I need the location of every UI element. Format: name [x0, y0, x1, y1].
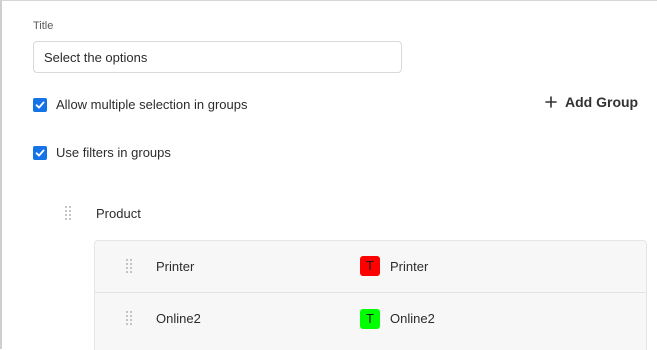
tag-badge: T	[360, 309, 380, 329]
add-group-button[interactable]: Add Group	[545, 94, 638, 110]
title-label: Title	[33, 20, 54, 32]
use-filters-option[interactable]: Use filters in groups	[33, 145, 171, 160]
allow-multiple-option[interactable]: Allow multiple selection in groups	[33, 97, 247, 112]
tag-label: Printer	[390, 259, 429, 274]
list-item[interactable]: Printer T Printer	[95, 241, 646, 292]
title-input[interactable]	[33, 41, 402, 73]
editor-panel: Title Allow multiple selection in groups…	[0, 0, 657, 350]
use-filters-checkbox[interactable]	[33, 145, 47, 160]
allow-multiple-label: Allow multiple selection in groups	[56, 97, 248, 112]
group-items-list: Printer T Printer Online2 T Online2	[94, 240, 647, 350]
drag-handle-icon[interactable]	[126, 259, 132, 273]
item-name: Online2	[156, 311, 201, 326]
drag-handle-icon[interactable]	[65, 206, 71, 220]
tag-label: Online2	[390, 311, 435, 326]
group-name: Product	[96, 206, 141, 221]
add-group-label: Add Group	[565, 94, 639, 110]
tag-badge: T	[360, 256, 380, 276]
checkmark-icon	[35, 101, 45, 108]
use-filters-label: Use filters in groups	[56, 145, 171, 160]
list-item[interactable]: Online2 T Online2	[95, 292, 646, 343]
allow-multiple-checkbox[interactable]	[33, 97, 47, 112]
plus-icon	[545, 96, 557, 108]
drag-handle-icon[interactable]	[126, 311, 132, 325]
checkmark-icon	[35, 149, 45, 156]
item-name: Printer	[156, 259, 195, 274]
